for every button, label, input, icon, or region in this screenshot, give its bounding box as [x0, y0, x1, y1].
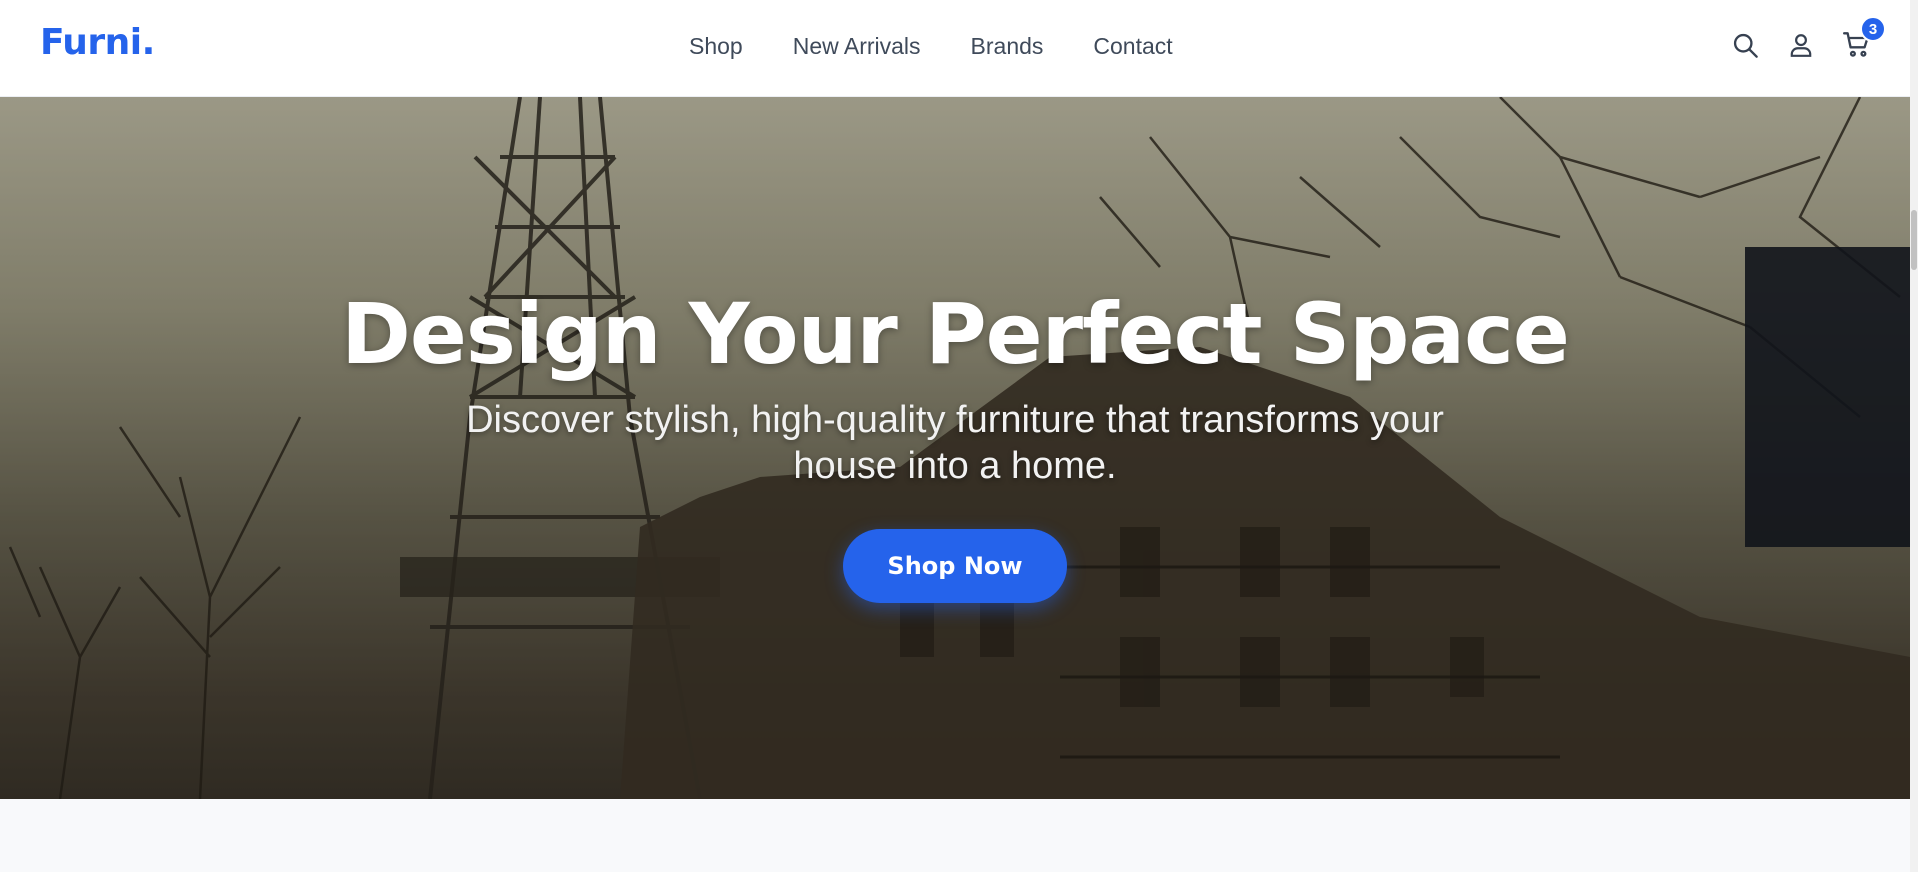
- brand-logo[interactable]: Furni.: [40, 22, 155, 63]
- hero-section: Design Your Perfect Space Discover styli…: [0, 97, 1910, 799]
- cart-icon[interactable]: 3: [1842, 16, 1886, 62]
- main-nav: Shop New Arrivals Brands Contact: [689, 33, 1173, 60]
- page-scrollbar[interactable]: [1910, 0, 1918, 872]
- scrollbar-thumb[interactable]: [1911, 210, 1917, 270]
- hero-title: Design Your Perfect Space: [341, 285, 1570, 383]
- nav-link-new-arrivals[interactable]: New Arrivals: [793, 33, 921, 60]
- shop-now-button[interactable]: Shop Now: [843, 529, 1067, 603]
- nav-link-brands[interactable]: Brands: [971, 33, 1044, 60]
- nav-link-shop[interactable]: Shop: [689, 33, 743, 60]
- page: Furni. Shop New Arrivals Brands Contact: [0, 0, 1910, 872]
- hero-content: Design Your Perfect Space Discover styli…: [0, 97, 1910, 799]
- header-actions: 3: [1730, 16, 1886, 62]
- user-icon[interactable]: [1786, 28, 1816, 62]
- next-section: [0, 799, 1910, 872]
- site-header: Furni. Shop New Arrivals Brands Contact: [0, 0, 1910, 97]
- cart-count-badge: 3: [1860, 16, 1886, 42]
- nav-link-contact[interactable]: Contact: [1093, 33, 1172, 60]
- hero-subtitle: Discover stylish, high-quality furniture…: [466, 399, 1444, 487]
- search-icon[interactable]: [1730, 28, 1760, 62]
